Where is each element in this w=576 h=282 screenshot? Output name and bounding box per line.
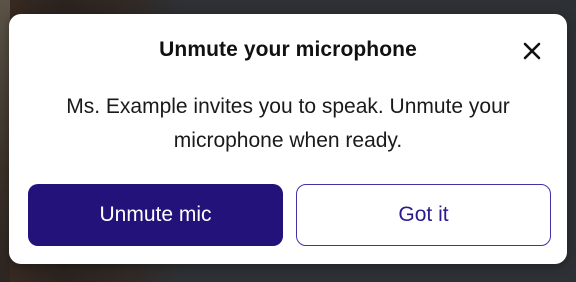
- got-it-button[interactable]: Got it: [296, 184, 551, 246]
- unmute-mic-button[interactable]: Unmute mic: [28, 184, 283, 246]
- screen: Unmute your microphone Ms. Example invit…: [0, 0, 576, 282]
- dialog-message: Ms. Example invites you to speak. Unmute…: [66, 95, 510, 152]
- close-icon[interactable]: [521, 40, 543, 62]
- unmute-dialog: Unmute your microphone Ms. Example invit…: [9, 14, 567, 264]
- dialog-title: Unmute your microphone: [159, 38, 417, 61]
